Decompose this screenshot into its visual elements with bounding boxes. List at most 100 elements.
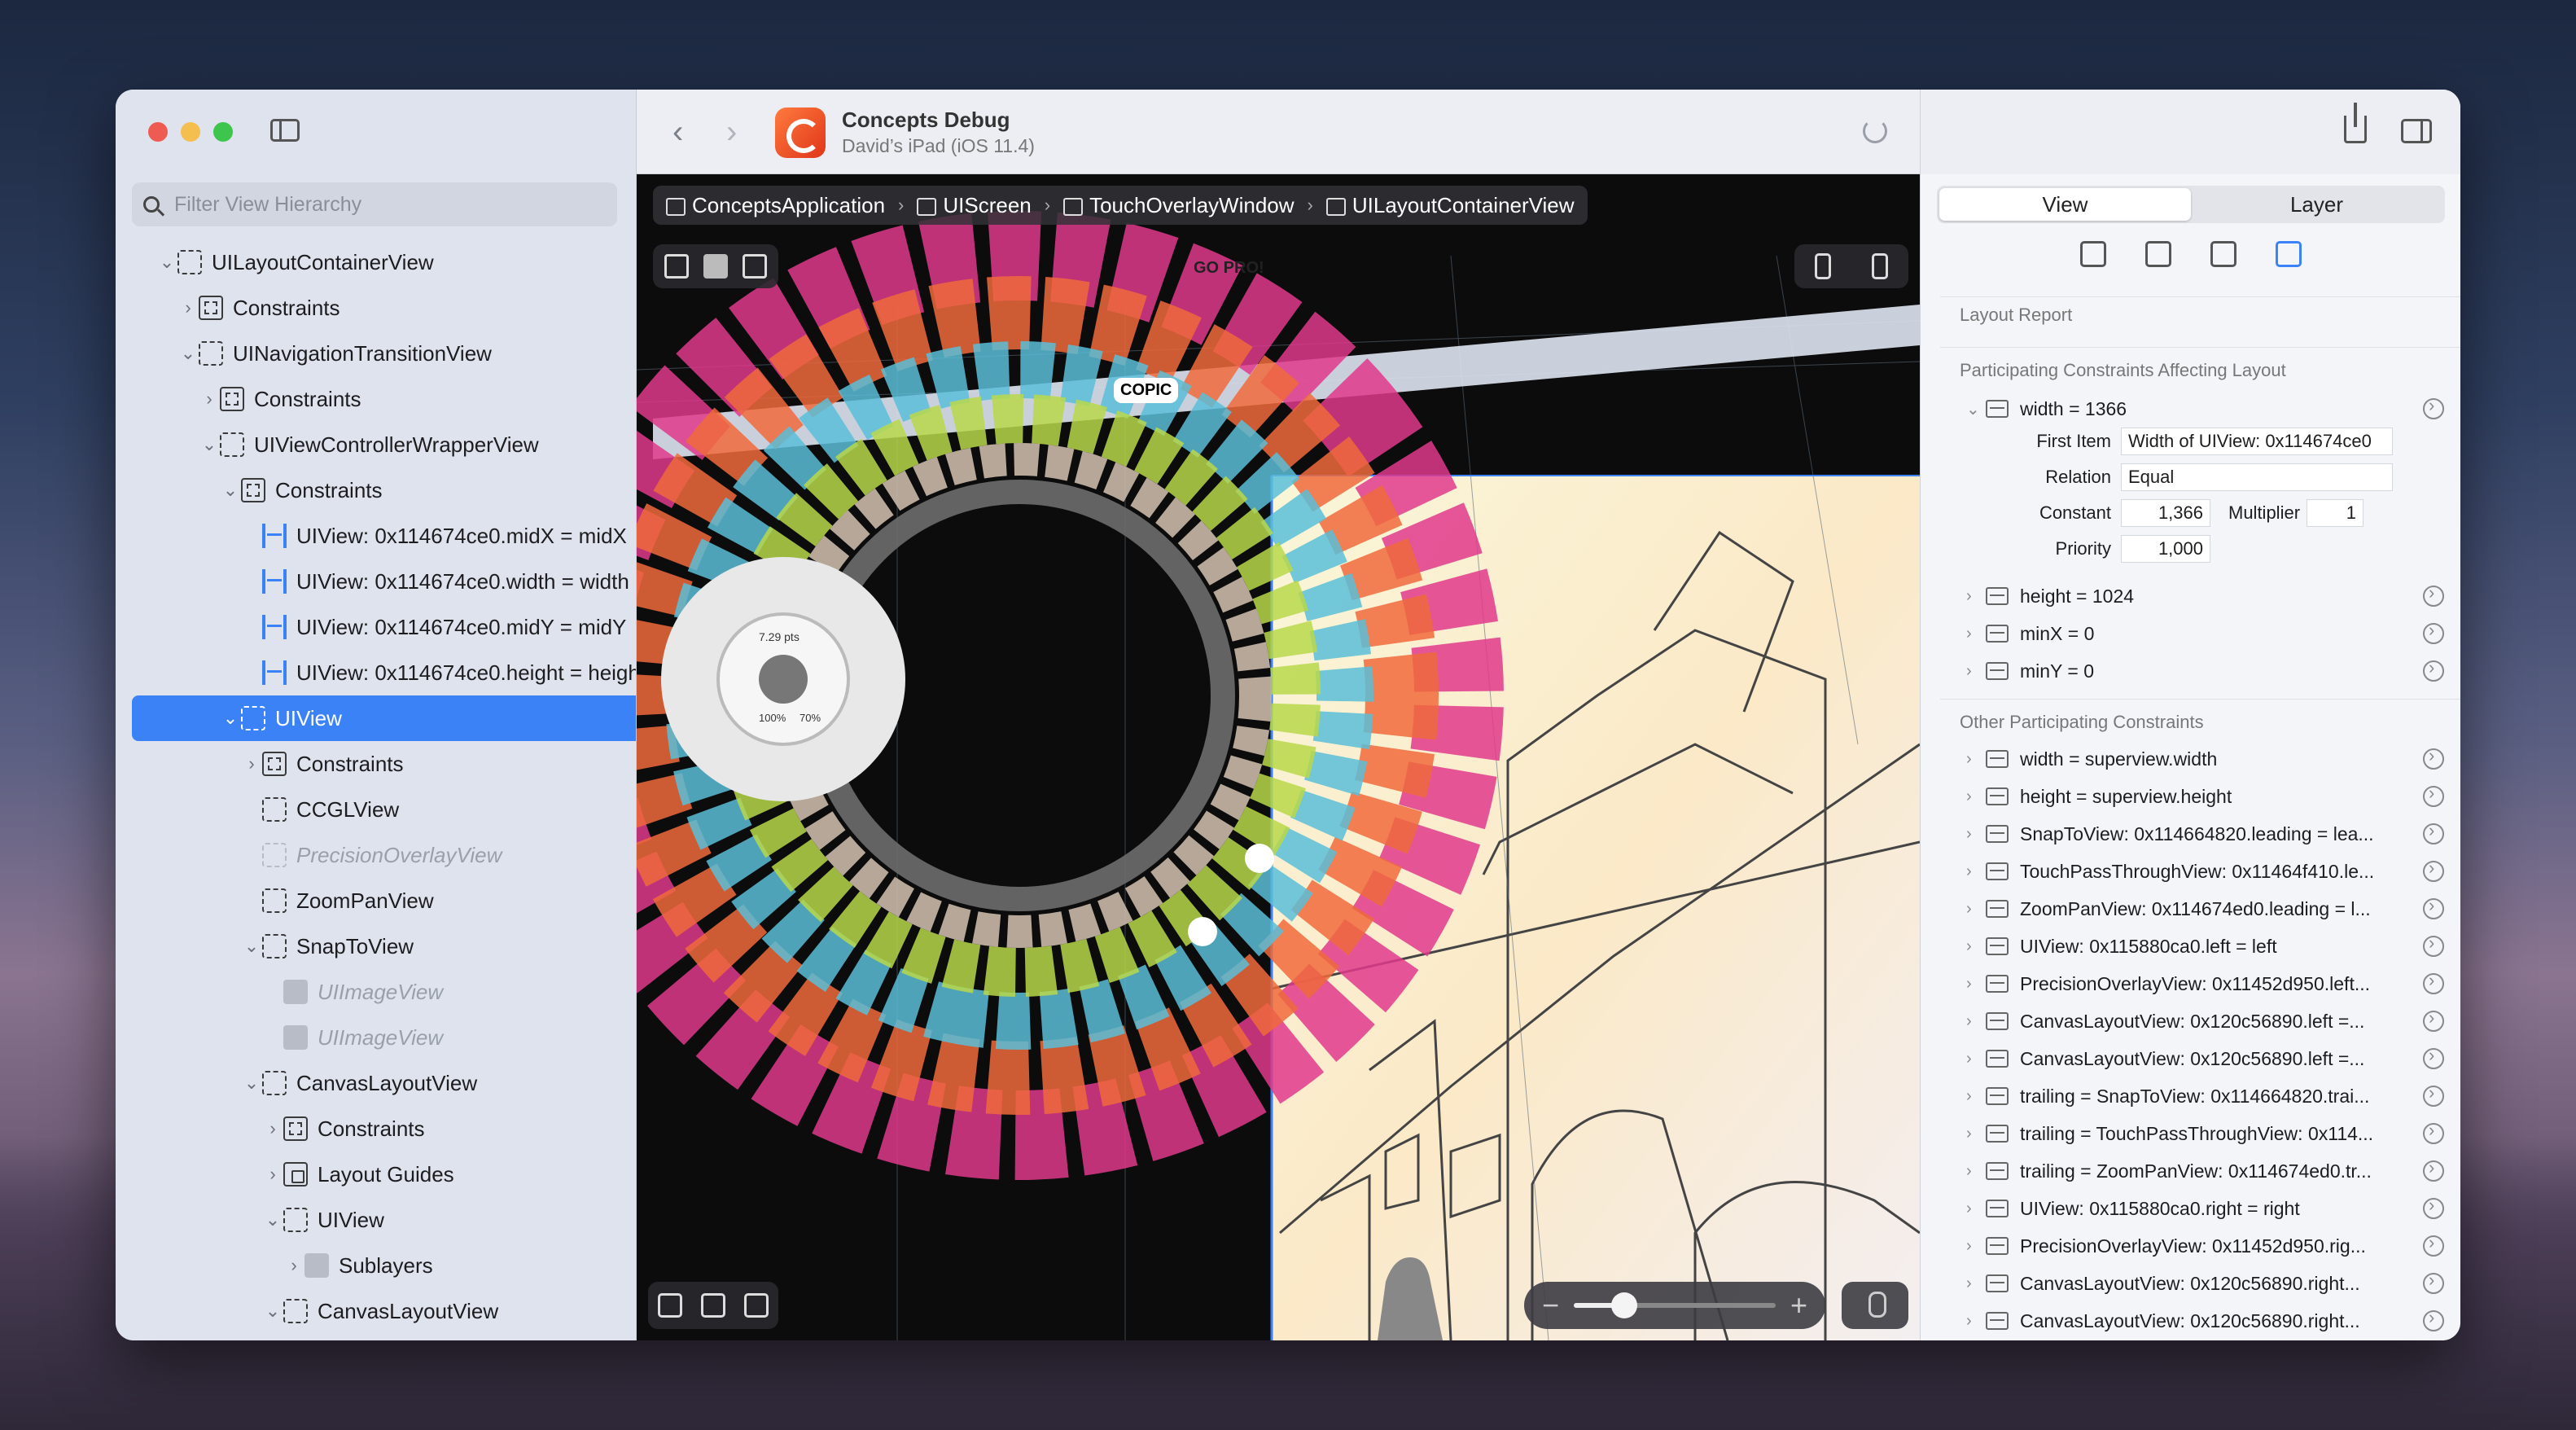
chevron-right-icon[interactable]: › [1966,787,1986,806]
chevron-right-icon[interactable]: › [1966,1312,1986,1331]
crumb-window[interactable]: TouchOverlayWindow [1063,193,1295,218]
zoom-slider[interactable] [1574,1292,1776,1318]
navigate-icon[interactable] [2423,1007,2444,1032]
navigate-icon[interactable] [2423,1120,2444,1144]
constraint-row[interactable]: › ZoomPanView: 0x114674ed0.leading = l... [1966,891,2444,927]
chevron-right-icon[interactable]: › [177,297,199,318]
tree-row[interactable]: UIView: 0x114674ce0.midX = midX [116,513,636,559]
tree-row[interactable]: ⌄ Constraints [116,467,636,513]
share-icon[interactable] [2344,103,2367,143]
constraint-row[interactable]: › width = superview.width [1966,741,2444,777]
navigate-icon[interactable] [2423,783,2444,807]
tree-row[interactable]: ⌄ UILayoutContainerView [116,239,636,285]
navigate-icon[interactable] [2423,970,2444,994]
tree-row[interactable]: ⌄ UINavigationTransitionView [116,331,636,376]
zoom-button[interactable] [213,122,233,142]
clip-icon[interactable] [744,1293,769,1318]
constraint-row[interactable]: › SnapToView: 0x114664820.leading = lea..… [1966,816,2444,852]
tree-row[interactable]: ⌄ CanvasLayoutView [116,1288,636,1334]
table-icon[interactable] [2145,241,2171,267]
chevron-right-icon[interactable]: › [1966,862,1986,881]
crumb-screen[interactable]: UIScreen [917,193,1032,218]
chevron-down-icon[interactable]: ⌄ [262,1209,283,1230]
chevron-right-icon[interactable]: › [1966,587,1986,606]
relation-field[interactable]: Equal [2121,463,2393,491]
constraint-row[interactable]: › PrecisionOverlayView: 0x11452d950.left.… [1966,966,2444,1002]
navigate-icon[interactable] [2423,1082,2444,1107]
chevron-right-icon[interactable]: › [1966,750,1986,769]
chevron-right-icon[interactable]: › [262,1164,283,1185]
tree-row[interactable]: › Constraints [116,285,636,331]
debug-canvas[interactable]: ConceptsApplication › UIScreen › TouchOv… [637,174,1920,1340]
constraint-row[interactable]: › trailing = TouchPassThroughView: 0x114.… [1966,1116,2444,1151]
chevron-right-icon[interactable]: › [1966,1274,1986,1293]
tree-row[interactable]: ⌄ SnapToView [116,923,636,969]
zoom-in-button[interactable]: + [1790,1288,1807,1323]
chevron-right-icon[interactable]: › [1966,975,1986,994]
chevron-right-icon[interactable]: › [1966,1050,1986,1068]
chevron-right-icon[interactable]: › [262,1118,283,1139]
tree-row[interactable]: › Constraints [116,741,636,787]
chevron-right-icon[interactable]: › [1966,1125,1986,1143]
zoom-out-button[interactable]: − [1542,1288,1559,1323]
navigate-icon[interactable] [2423,582,2444,607]
chevron-right-icon[interactable]: › [199,388,220,410]
chevron-down-icon[interactable]: ⌄ [241,936,262,957]
minimize-button[interactable] [181,122,200,142]
bounds-tool-icon[interactable] [743,254,767,279]
filter-field[interactable]: Filter View Hierarchy [132,182,617,226]
chevron-down-icon[interactable]: ⌄ [220,480,241,501]
sidebar-toggle-icon[interactable] [270,119,300,142]
chevron-right-icon[interactable]: › [1966,1237,1986,1256]
tree-row[interactable]: UIView: 0x114674ce0.midY = midY [116,604,636,650]
navigate-icon[interactable] [2423,1045,2444,1069]
navigate-icon[interactable] [2423,657,2444,682]
navigate-icon[interactable] [2423,932,2444,957]
tree-row[interactable]: › Sublayers [116,1243,636,1288]
tree-row[interactable]: › Layout Guides [116,1151,636,1197]
constraint-row[interactable]: › CanvasLayoutView: 0x120c56890.left =... [1966,1003,2444,1039]
close-button[interactable] [148,122,168,142]
chevron-right-icon[interactable]: › [1966,1087,1986,1106]
crumb-container[interactable]: UILayoutContainerView [1325,193,1575,218]
navigate-icon[interactable] [2423,895,2444,919]
pie-icon[interactable] [2080,241,2106,267]
tree-row[interactable]: UIView: 0x114674ce0.height = height [116,650,636,695]
chevron-right-icon[interactable]: › [1966,1012,1986,1031]
constraint-row[interactable]: › UIView: 0x115880ca0.right = right [1966,1191,2444,1226]
tab-view[interactable]: View [1939,188,2191,221]
tree-row[interactable]: UIImageView [116,969,636,1015]
chevron-right-icon[interactable]: › [1966,937,1986,956]
priority-field[interactable]: 1,000 [2121,535,2210,563]
tree-row[interactable]: UIImageView [116,1015,636,1060]
forward-button[interactable]: › [726,114,737,151]
constraint-row[interactable]: › PrecisionOverlayView: 0x11452d950.rig..… [1966,1228,2444,1264]
navigate-icon[interactable] [2423,1195,2444,1219]
fill-tool-icon[interactable] [703,254,728,279]
multiplier-field[interactable]: 1 [2307,499,2364,527]
constraint-row[interactable]: › trailing = ZoomPanView: 0x114674ed0.tr.… [1966,1153,2444,1189]
tab-layer[interactable]: Layer [2191,188,2442,221]
chevron-down-icon[interactable]: ⌄ [177,343,199,364]
chevron-right-icon[interactable]: › [283,1255,304,1276]
constraint-row[interactable]: › height = 1024 [1966,578,2444,614]
frame-icon[interactable] [700,1293,725,1318]
tree-row[interactable]: ZoomPanView [116,878,636,923]
chevron-right-icon[interactable]: › [241,753,262,774]
zoom-slider-knob[interactable] [1611,1292,1638,1318]
chevron-down-icon[interactable]: ⌄ [220,708,241,729]
tree-row[interactable]: UIView: 0x114674ce0.width = width [116,559,636,604]
chevron-down-icon[interactable]: ⌄ [262,1301,283,1322]
back-button[interactable]: ‹ [672,114,683,151]
constraint-row-expanded[interactable]: ⌄ width = 1366 [1966,391,2444,427]
tree-row[interactable]: PrecisionOverlayView [116,832,636,878]
constraint-row[interactable]: › TouchPassThroughView: 0x11464f410.le... [1966,853,2444,889]
first-item-field[interactable]: Width of UIView: 0x114674ce0 [2121,428,2393,455]
chevron-right-icon[interactable]: › [1966,1200,1986,1218]
tree-row[interactable]: ⌄ UIViewControllerWrapperView [116,422,636,467]
layout-icon[interactable] [2276,241,2302,267]
tree-row[interactable]: ⌄ UIView [132,695,636,741]
constraint-row[interactable]: › minY = 0 [1966,653,2444,689]
tree-row[interactable]: › Constraints [116,376,636,422]
tree-row[interactable]: › Constraints [116,1106,636,1151]
